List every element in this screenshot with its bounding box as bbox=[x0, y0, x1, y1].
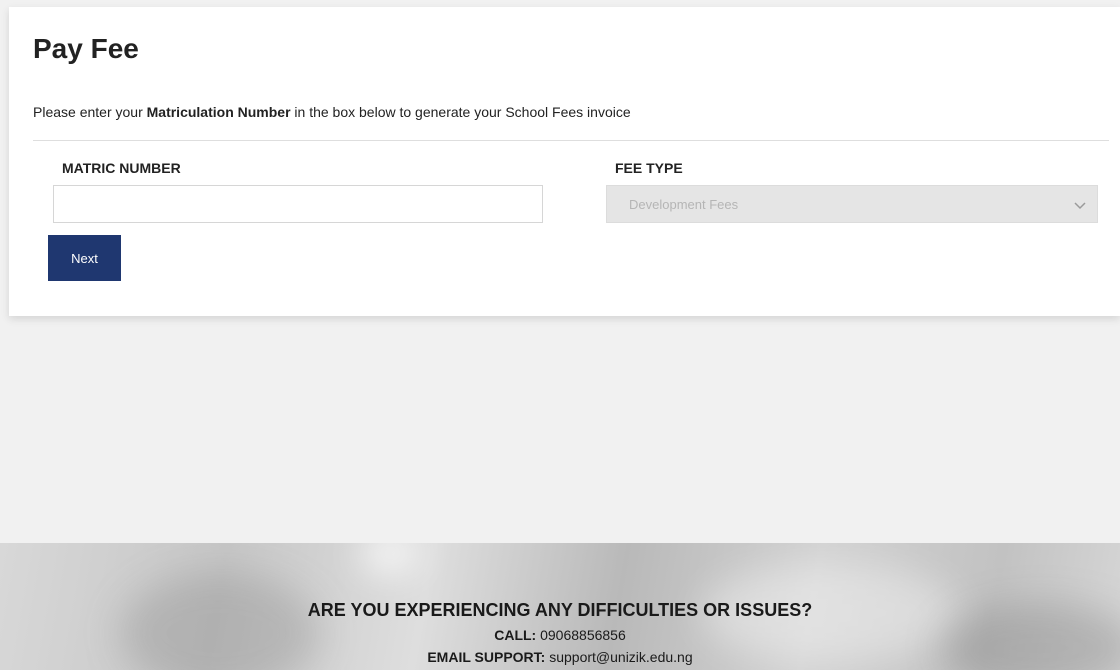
email-support-label: EMAIL SUPPORT: bbox=[427, 649, 546, 665]
fee-type-label: FEE TYPE bbox=[615, 160, 683, 176]
support-footer: ARE YOU EXPERIENCING ANY DIFFICULTIES OR… bbox=[0, 543, 1120, 670]
call-label: CALL: bbox=[494, 627, 537, 643]
matric-number-input[interactable] bbox=[53, 185, 543, 223]
fee-type-select[interactable]: Development Fees bbox=[606, 185, 1098, 223]
chevron-down-icon bbox=[1074, 202, 1086, 210]
support-heading: ARE YOU EXPERIENCING ANY DIFFICULTIES OR… bbox=[307, 600, 813, 620]
footer-background-blur bbox=[360, 543, 420, 573]
support-call-line: CALL: 09068856856 bbox=[0, 627, 1120, 643]
fee-type-selected-value: Development Fees bbox=[629, 197, 739, 212]
next-button[interactable]: Next bbox=[48, 235, 121, 281]
matric-number-label: MATRIC NUMBER bbox=[62, 160, 181, 176]
page-title: Pay Fee bbox=[33, 33, 139, 64]
divider bbox=[33, 140, 1109, 141]
instructions-text: Please enter your Matriculation Number i… bbox=[33, 104, 631, 120]
support-email-line: EMAIL SUPPORT: support@unizik.edu.ng bbox=[0, 649, 1120, 665]
call-phone-number: 09068856856 bbox=[540, 627, 626, 643]
instructions-suffix: in the box below to generate your School… bbox=[290, 104, 631, 120]
instructions-prefix: Please enter your bbox=[33, 104, 147, 120]
support-email-address: support@unizik.edu.ng bbox=[549, 649, 693, 665]
pay-fee-card: Pay Fee Please enter your Matriculation … bbox=[9, 7, 1120, 316]
instructions-emphasis: Matriculation Number bbox=[146, 104, 291, 120]
